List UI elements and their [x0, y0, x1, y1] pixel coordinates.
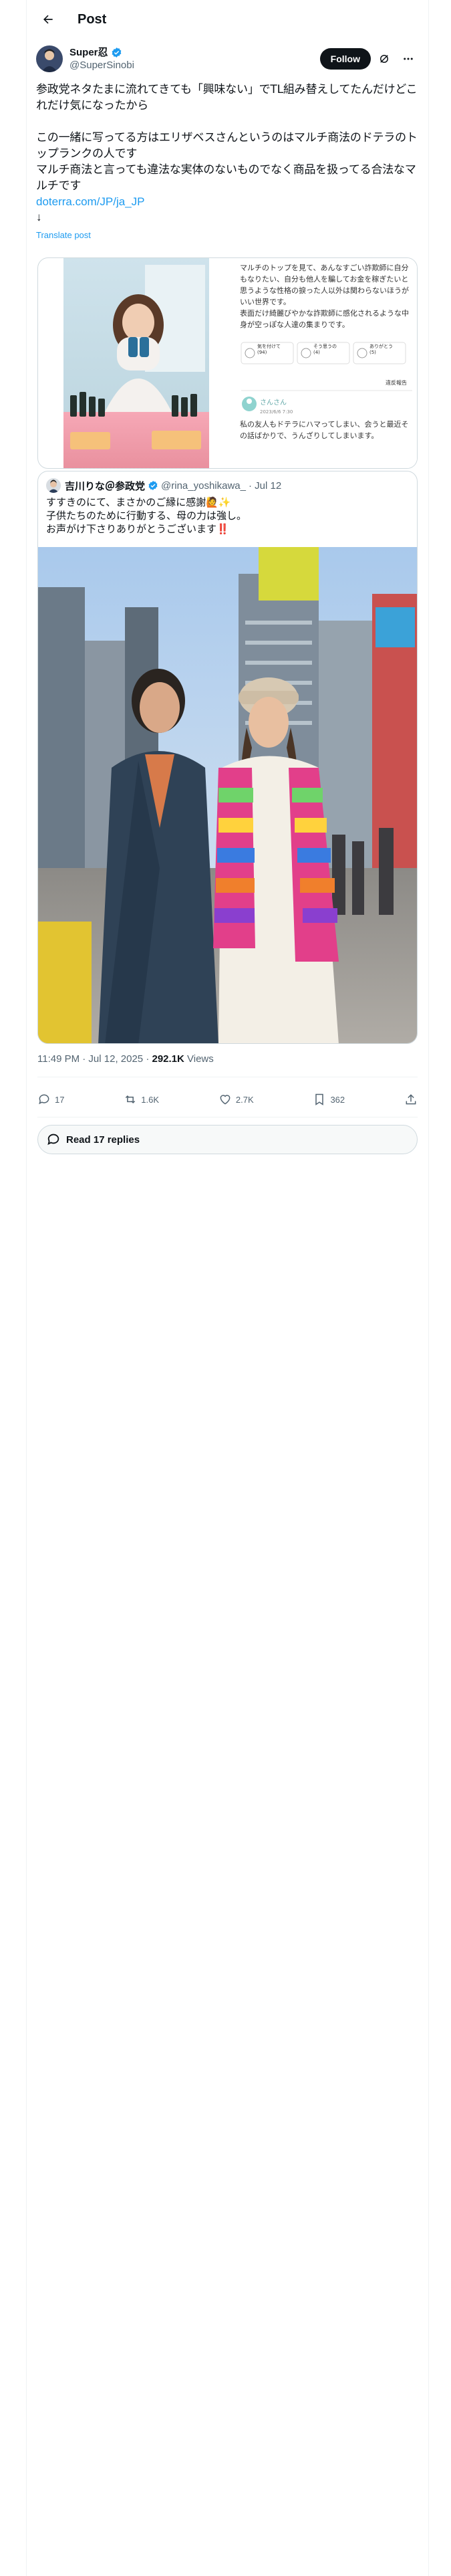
views-label: Views	[184, 1053, 214, 1065]
bookmark-button[interactable]: 362	[313, 1093, 345, 1106]
right-gutter	[428, 0, 451, 2576]
grok-button[interactable]	[373, 48, 395, 70]
read-replies-label: Read 17 replies	[66, 1134, 140, 1146]
reply-bubble-icon	[47, 1134, 59, 1146]
post-meta: 11:49 PM · Jul 12, 2025 · 292.1K Views	[37, 1053, 214, 1065]
quoted-post[interactable]: 吉川りな＠参政党 @rina_yoshikawa_ · Jul 12 すすきのに…	[37, 471, 418, 1044]
more-button[interactable]	[398, 48, 419, 70]
quoted-post-text: すすきのにて、まさかのご縁に感謝🙋✨ 子供たちのために行動する、母の力は強し。 …	[46, 496, 247, 535]
avatar[interactable]	[36, 45, 63, 72]
action-bar: 17 1.6K 2.7K 362	[37, 1083, 418, 1115]
post-timestamp[interactable]: 11:49 PM · Jul 12, 2025 ·	[37, 1053, 152, 1065]
post-text: 参政党ネタたまに流れてきても「興味ない」でTL組み替えしてたんだけどこれだけ気に…	[36, 83, 418, 193]
author-row: Super忍 @SuperSinobi Follow	[27, 43, 428, 75]
back-button[interactable]	[36, 7, 60, 31]
screenshot-comment: 私の友人もドテラにハマってしまい、会うと最近その話ばかりで、うんざりしてしまいま…	[240, 420, 409, 440]
quoted-author-handle[interactable]: @rina_yoshikawa_	[161, 480, 246, 492]
bookmark-icon	[315, 1093, 324, 1105]
repost-icon	[126, 1095, 136, 1104]
share-button[interactable]	[404, 1093, 418, 1106]
share-icon	[406, 1094, 416, 1105]
screenshot-comment-date: 2023/6/6 7:30	[260, 409, 293, 415]
screenshot-btn-3: ありがとう (5)	[369, 344, 393, 355]
post-arrow: ↓	[36, 211, 42, 223]
quoted-post-photo[interactable]	[38, 547, 418, 1044]
more-dots-icon	[404, 58, 413, 60]
grok-icon	[380, 55, 388, 63]
quoted-author-name[interactable]: 吉川りな＠参政党	[65, 479, 145, 493]
author-handle[interactable]: @SuperSinobi	[69, 59, 320, 72]
screenshot-btn-1: 気を付けて (94)	[257, 344, 281, 355]
top-bar: Post	[27, 0, 428, 39]
reply-button[interactable]: 17	[37, 1093, 64, 1106]
like-count: 2.7K	[235, 1094, 254, 1105]
bookmark-count: 362	[330, 1094, 345, 1105]
heart-icon	[220, 1095, 231, 1105]
quoted-avatar[interactable]	[46, 478, 61, 493]
screenshot-paragraph: マルチのトップを見て、あんなすごい詐欺師に自分もなりたい、自分も他人を騙してお金…	[240, 263, 409, 329]
screenshot-btn-2: そう思うの (4)	[313, 344, 337, 355]
attached-screenshot-image[interactable]: マルチのトップを見て、あんなすごい詐欺師に自分もなりたい、自分も他人を騙してお金…	[37, 257, 418, 469]
view-count: 292.1K	[152, 1053, 184, 1065]
repost-count: 1.6K	[141, 1094, 160, 1105]
read-replies-button[interactable]: Read 17 replies	[37, 1125, 418, 1154]
author-name[interactable]: Super忍	[69, 46, 320, 59]
post-column: Post Super忍 @SuperSinobi Follow 参政党ネタたまに…	[27, 0, 428, 1154]
post-link[interactable]: doterra.com/JP/ja_JP	[27, 194, 428, 210]
page-title: Post	[78, 11, 107, 27]
translate-post-link[interactable]: Translate post	[27, 230, 428, 240]
arrow-left-icon	[43, 15, 53, 24]
left-gutter	[0, 0, 27, 2576]
quoted-post-date: · Jul 12	[248, 479, 282, 492]
quoted-post-header: 吉川りな＠参政党 @rina_yoshikawa_ · Jul 12	[38, 471, 417, 493]
repost-button[interactable]: 1.6K	[124, 1093, 159, 1106]
reply-icon	[39, 1094, 49, 1105]
verified-badge-icon	[112, 47, 121, 58]
follow-button[interactable]: Follow	[319, 48, 371, 70]
reply-count: 17	[55, 1094, 65, 1105]
verified-badge-icon	[148, 481, 158, 490]
screenshot-report: 違反報告	[386, 380, 407, 386]
like-button[interactable]: 2.7K	[218, 1093, 254, 1106]
